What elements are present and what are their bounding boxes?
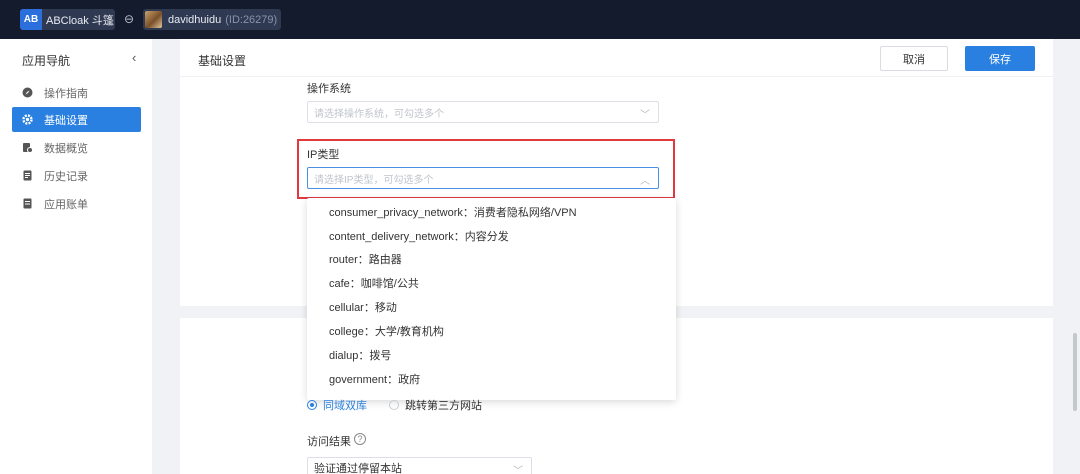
dropdown-option[interactable]: college：大学/教育机构 [329, 323, 444, 339]
dropdown-option[interactable]: government：政府 [329, 371, 420, 387]
dropdown-option[interactable]: cafe：咖啡馆/公共 [329, 275, 419, 291]
access-result-select[interactable]: 验证通过停留本站 ﹀ [307, 457, 532, 474]
chevron-down-icon: ﹀ [513, 466, 523, 474]
top-bar: AB ABCloak 斗篷 ⊖ davidhuidu (ID:26279) [0, 0, 1080, 39]
avatar [145, 11, 162, 28]
compass-icon [22, 87, 33, 98]
chevron-left-icon[interactable]: ‹ [132, 51, 144, 65]
data-icon [22, 142, 33, 153]
sidebar-item-label: 基础设置 [44, 114, 88, 127]
user-name: davidhuidu [168, 13, 222, 26]
link-icon: ⊖ [123, 12, 135, 26]
app-name: ABCloak 斗篷 [46, 14, 114, 27]
save-button[interactable]: 保存 [965, 46, 1035, 71]
scrollbar[interactable] [1073, 333, 1077, 411]
sidebar-item-basic-settings[interactable]: 基础设置 [12, 107, 141, 132]
os-select[interactable]: 请选择操作系统，可勾选多个 ﹀ [307, 101, 659, 123]
sidebar-item-guide[interactable]: 操作指南 [12, 80, 141, 105]
help-icon[interactable]: ? [354, 433, 366, 445]
chevron-down-icon: ﹀ [640, 110, 650, 121]
sidebar-item-label: 操作指南 [44, 87, 88, 100]
app-logo: AB [20, 9, 42, 30]
radio-same-domain[interactable] [307, 400, 317, 410]
os-label: 操作系统 [307, 83, 351, 95]
sidebar-item-history[interactable]: 历史记录 [12, 163, 141, 188]
sidebar-item-label: 历史记录 [44, 170, 88, 183]
dropdown-option[interactable]: dialup：拨号 [329, 347, 391, 363]
os-select-placeholder: 请选择操作系统，可勾选多个 [314, 108, 444, 120]
dropdown-option[interactable]: cellular：移动 [329, 299, 397, 315]
document-icon [22, 170, 33, 181]
sidebar-item-label: 数据概览 [44, 142, 88, 155]
bill-icon [22, 198, 33, 209]
settings-header: 基础设置 取消 保存 [180, 39, 1053, 77]
cancel-button[interactable]: 取消 [880, 46, 948, 71]
dropdown-option[interactable]: router：路由器 [329, 251, 402, 267]
page-title: 基础设置 [198, 54, 247, 68]
dropdown-option[interactable]: content_delivery_network：内容分发 [329, 228, 509, 244]
access-result-value: 验证通过停留本站 [314, 463, 402, 474]
user-account[interactable]: davidhuidu (ID:26279) [143, 9, 281, 30]
redirect-radio-group: 同域双库 跳转第三方网站 [307, 398, 482, 412]
highlight-box [297, 139, 675, 199]
dropdown-option[interactable]: consumer_privacy_network：消费者隐私网络/VPN [329, 204, 577, 220]
radio-label: 跳转第三方网站 [405, 400, 482, 412]
user-id: (ID:26279) [225, 13, 278, 26]
sidebar: 应用导航 ‹ 操作指南 基础设置 数据概览 历史记录 应用账单 [0, 39, 152, 474]
gear-icon [22, 114, 33, 125]
sidebar-header: 应用导航 [22, 54, 71, 68]
ip-type-dropdown: consumer_privacy_network：消费者隐私网络/VPN con… [307, 198, 676, 400]
sidebar-item-label: 应用账单 [44, 198, 88, 211]
sidebar-item-data-overview[interactable]: 数据概览 [12, 135, 141, 160]
access-result-label: 访问结果 [307, 436, 351, 448]
app-switcher[interactable]: AB ABCloak 斗篷 [20, 9, 115, 30]
radio-third-party[interactable] [389, 400, 399, 410]
sidebar-item-billing[interactable]: 应用账单 [12, 191, 141, 216]
radio-label: 同域双库 [323, 400, 367, 412]
